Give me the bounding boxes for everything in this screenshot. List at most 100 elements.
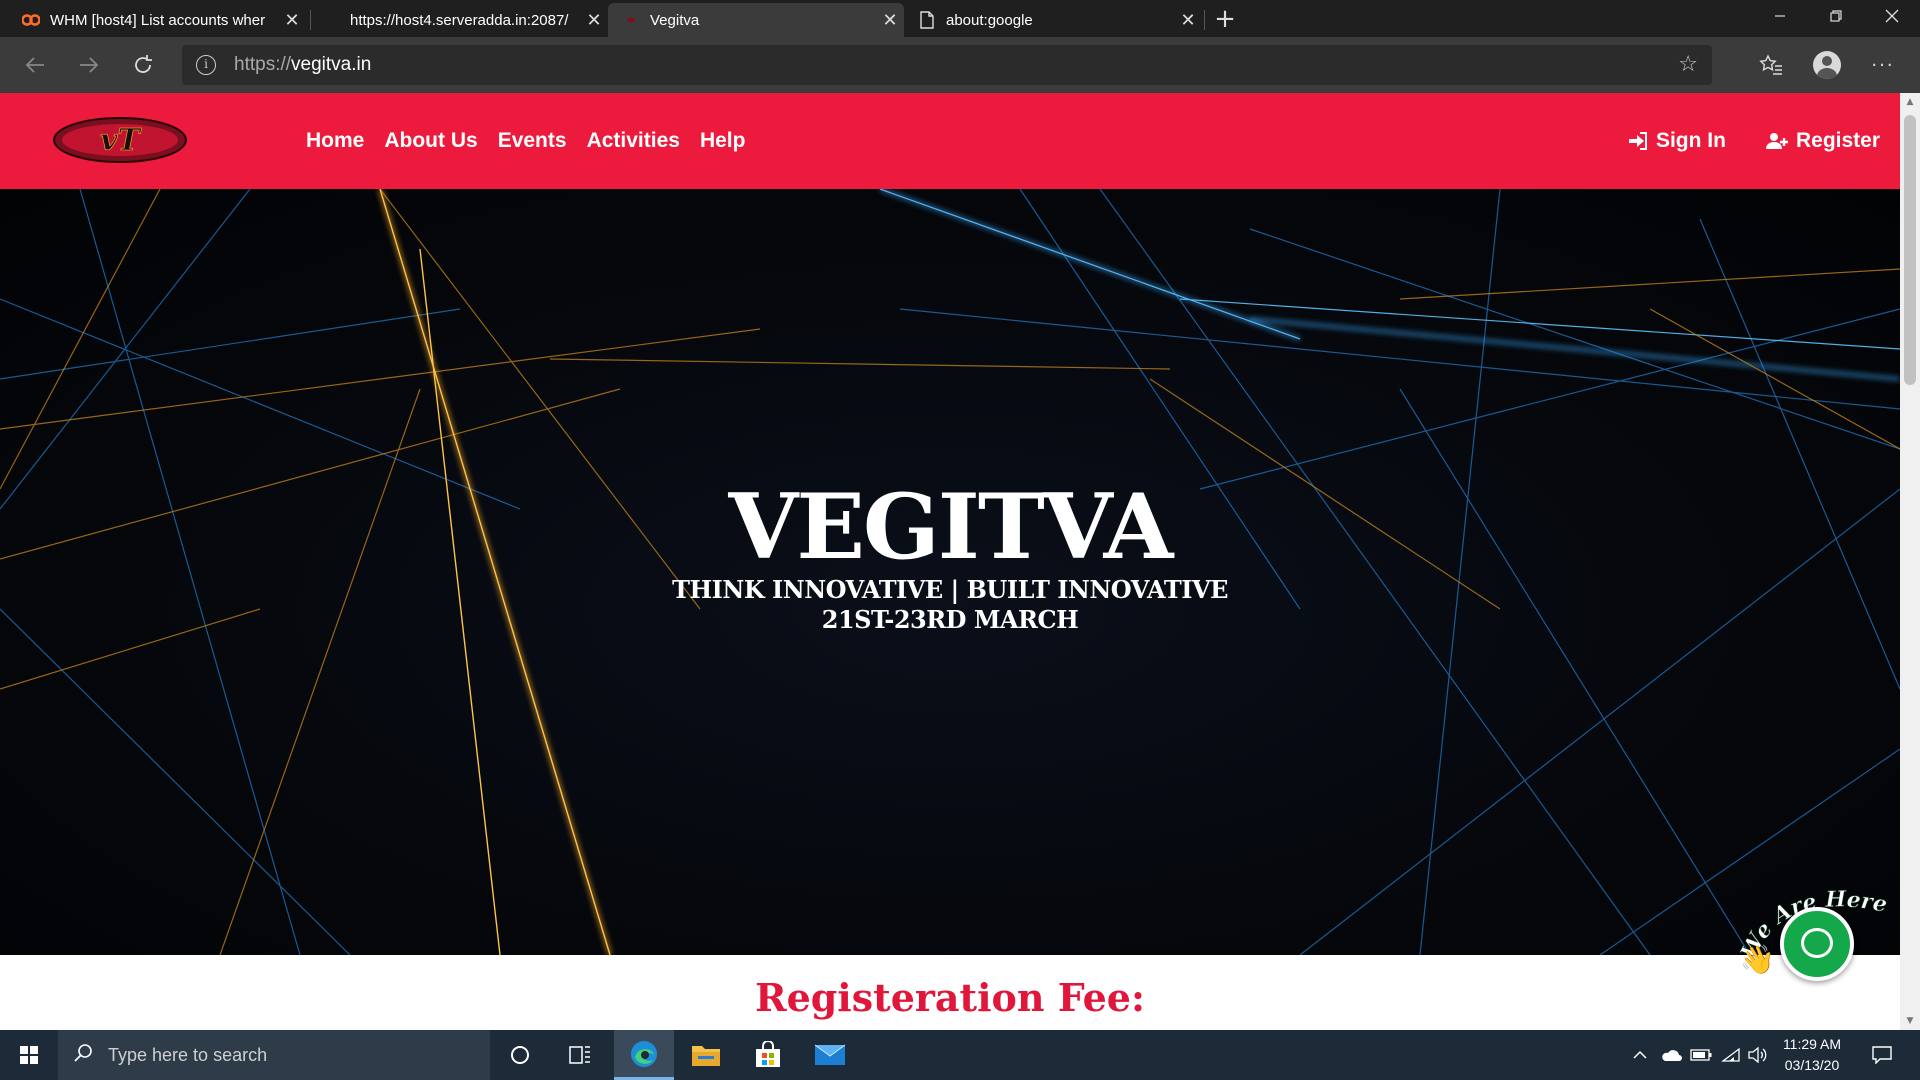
registration-fee-section: Registeration Fee:: [0, 955, 1900, 1030]
battery-tray-icon[interactable]: [1686, 1030, 1716, 1080]
url-text[interactable]: https://vegitva.in: [234, 54, 371, 76]
tab-close-icon[interactable]: ✕: [278, 10, 306, 31]
tab-vegitva[interactable]: Vegitva ✕: [608, 3, 904, 37]
page-viewport: vT Home About Us Events Activities Help …: [0, 93, 1900, 1030]
restore-button[interactable]: [1808, 0, 1864, 32]
taskbar-mail[interactable]: [800, 1030, 860, 1080]
clock-time: 11:29 AM: [1782, 1036, 1842, 1052]
tab-close-icon[interactable]: ✕: [1174, 10, 1202, 31]
refresh-button[interactable]: [124, 46, 162, 84]
tab-about-google[interactable]: about:google ✕: [904, 3, 1202, 37]
chevron-up-icon: [1633, 1050, 1647, 1059]
new-tab-button[interactable]: +: [1210, 2, 1240, 36]
volume-tray-icon[interactable]: [1744, 1030, 1772, 1080]
tab-close-icon[interactable]: ✕: [876, 10, 904, 31]
windows-taskbar: Type here to search 11:29 AM 03/13/20: [0, 1030, 1920, 1080]
taskbar-search[interactable]: Type here to search: [58, 1030, 490, 1080]
site-info-icon[interactable]: i: [196, 55, 216, 75]
wifi-tray-icon[interactable]: [1716, 1030, 1746, 1080]
favorites-list-icon: [1759, 54, 1782, 75]
back-button[interactable]: [16, 46, 54, 84]
show-hidden-icons-button[interactable]: [1624, 1030, 1656, 1080]
add-favorite-star-icon[interactable]: ☆: [1678, 52, 1698, 77]
refresh-icon: [135, 55, 152, 73]
taskbar-clock[interactable]: 11:29 AM 03/13/20: [1770, 1034, 1854, 1076]
back-arrow-icon: [25, 57, 44, 73]
browser-toolbar: i https://vegitva.in ☆ ···: [0, 37, 1920, 93]
tab-label: about:google: [946, 11, 1033, 29]
page-scrollbar[interactable]: ▲ ▼: [1900, 93, 1920, 1030]
cortana-circle-icon: [511, 1046, 529, 1064]
nav-home-link[interactable]: Home: [306, 129, 364, 153]
folder-icon: [692, 1046, 720, 1066]
hero-dates: 21ST-23RD MARCH: [821, 605, 1079, 634]
mail-icon: [814, 1044, 846, 1065]
search-icon: [58, 1043, 108, 1068]
notification-icon: [1872, 1046, 1892, 1064]
registration-fee-heading: Registeration Fee:: [754, 975, 1145, 1020]
add-user-icon: [1765, 133, 1788, 149]
tab-divider: [310, 10, 311, 30]
register-link[interactable]: Register: [1765, 129, 1880, 153]
hero-banner: VEGITVA THINK INNOVATIVE | BUILT INNOVAT…: [0, 189, 1900, 955]
taskbar-file-explorer[interactable]: [676, 1030, 736, 1080]
tab-divider: [1204, 10, 1205, 30]
sign-in-link[interactable]: Sign In: [1628, 129, 1726, 153]
forward-button[interactable]: [70, 46, 108, 84]
browser-titlebar: WHM [host4] List accounts wher ✕ https:/…: [0, 0, 1920, 37]
nav-events-link[interactable]: Events: [498, 129, 567, 153]
url-host: vegitva.in: [291, 54, 372, 75]
page-icon: [918, 11, 936, 29]
clock-date: 03/13/20: [1784, 1057, 1840, 1073]
close-window-button[interactable]: [1864, 0, 1920, 32]
tab-label: Vegitva: [650, 11, 700, 29]
svg-text:vT: vT: [100, 123, 142, 158]
search-placeholder: Type here to search: [108, 1044, 268, 1065]
sign-in-icon: [1628, 132, 1647, 150]
onedrive-tray-icon[interactable]: [1656, 1030, 1686, 1080]
sign-in-label: Sign In: [1655, 129, 1726, 152]
action-center-button[interactable]: [1862, 1030, 1902, 1080]
address-bar[interactable]: i https://vegitva.in ☆: [182, 45, 1712, 85]
task-view-icon: [569, 1046, 590, 1064]
windows-logo-icon: [20, 1046, 38, 1064]
taskbar-edge[interactable]: [614, 1030, 674, 1080]
register-label: Register: [1795, 129, 1880, 152]
vegitva-favicon: [622, 11, 640, 29]
start-button[interactable]: [0, 1030, 58, 1080]
vegitva-logo[interactable]: vT: [52, 116, 188, 164]
hero-title: VEGITVA: [728, 474, 1173, 580]
profile-button[interactable]: [1808, 46, 1846, 84]
avatar: [1813, 51, 1841, 79]
nav-help-link[interactable]: Help: [700, 129, 746, 153]
scroll-up-arrow-icon[interactable]: ▲: [1900, 93, 1920, 111]
chat-button[interactable]: [1780, 907, 1854, 981]
chat-widget[interactable]: We Are Here! 👋: [1740, 881, 1890, 1005]
tab-label: WHM [host4] List accounts wher: [50, 11, 266, 29]
auth-links: Sign In Register: [1628, 93, 1880, 189]
hero-tagline: THINK INNOVATIVE | BUILT INNOVATIVE: [672, 575, 1228, 604]
forward-arrow-icon: [80, 57, 99, 73]
tab-close-icon[interactable]: ✕: [580, 10, 608, 31]
cpanel-icon: [22, 11, 40, 29]
favorites-button[interactable]: [1752, 46, 1790, 84]
site-navbar: vT Home About Us Events Activities Help …: [0, 93, 1900, 189]
scroll-thumb[interactable]: [1904, 115, 1916, 385]
minimize-button[interactable]: [1752, 0, 1808, 32]
scroll-down-arrow-icon[interactable]: ▼: [1900, 1012, 1920, 1030]
nav-activities-link[interactable]: Activities: [587, 129, 680, 153]
ellipsis-icon: ···: [1871, 54, 1895, 76]
hero-text: VEGITVA THINK INNOVATIVE | BUILT INNOVAT…: [0, 479, 1900, 635]
edge-icon: [631, 1040, 657, 1067]
blank-icon: [326, 11, 340, 29]
cortana-button[interactable]: [490, 1030, 550, 1080]
store-bag-icon: [756, 1041, 780, 1067]
url-scheme: https://: [234, 54, 292, 75]
nav-about-link[interactable]: About Us: [384, 129, 477, 153]
tab-serveradda[interactable]: https://host4.serveradda.in:2087/ ✕: [312, 3, 608, 37]
waving-hand-icon: 👋: [1740, 943, 1775, 976]
more-options-button[interactable]: ···: [1864, 46, 1902, 84]
taskbar-store[interactable]: [738, 1030, 798, 1080]
task-view-button[interactable]: [550, 1030, 610, 1080]
tab-whm[interactable]: WHM [host4] List accounts wher ✕: [8, 3, 306, 37]
